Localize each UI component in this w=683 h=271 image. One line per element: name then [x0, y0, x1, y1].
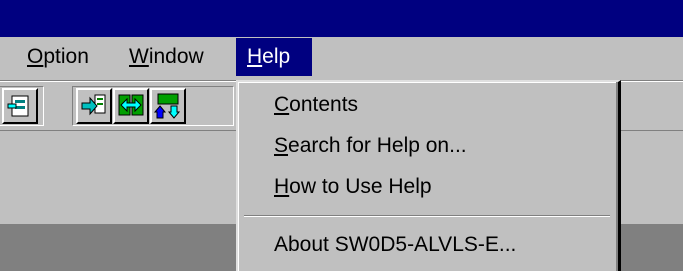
help-menu-item-contents[interactable]: Contents	[274, 90, 358, 120]
menu-option[interactable]: Option	[16, 38, 100, 76]
contents-label: ontents	[289, 93, 359, 116]
transfer-updown-button[interactable]	[150, 88, 186, 124]
menu-help-mnemonic: H	[247, 45, 263, 68]
panel-icon	[7, 95, 29, 117]
title-bar	[0, 0, 683, 37]
how-to-use-label: ow to Use Help	[289, 175, 432, 198]
menu-window-mnemonic: W	[129, 45, 149, 68]
transfer-right-icon	[81, 94, 106, 116]
search-label: earch for Help on...	[288, 134, 467, 157]
menu-help-label: elp	[262, 45, 291, 68]
transfer-updown-icon	[154, 93, 181, 119]
transfer-right-button[interactable]	[76, 88, 112, 124]
help-menu-item-search[interactable]: Search for Help on...	[274, 131, 467, 161]
menu-window[interactable]: Window	[118, 38, 215, 76]
help-menu-dropdown: Contents Search for Help on... How to Us…	[236, 80, 621, 271]
panel-button[interactable]	[2, 88, 38, 124]
menu-help[interactable]: Help	[236, 38, 312, 76]
menu-window-label: indow	[148, 45, 204, 68]
menu-option-label: ption	[43, 45, 89, 68]
transfer-both-icon	[118, 94, 144, 116]
menu-bar: Option Window Help	[0, 37, 683, 80]
search-mnemonic: S	[274, 134, 289, 157]
transfer-both-button[interactable]	[113, 88, 149, 124]
help-menu-separator	[244, 215, 610, 217]
about-label: About SW0D5-ALVLS-E...	[274, 233, 517, 256]
help-menu-item-how-to-use[interactable]: How to Use Help	[274, 172, 432, 202]
contents-mnemonic: C	[274, 93, 290, 116]
how-to-use-mnemonic: H	[274, 175, 290, 198]
menu-option-mnemonic: O	[27, 45, 44, 68]
help-menu-item-about[interactable]: About SW0D5-ALVLS-E...	[274, 230, 516, 260]
